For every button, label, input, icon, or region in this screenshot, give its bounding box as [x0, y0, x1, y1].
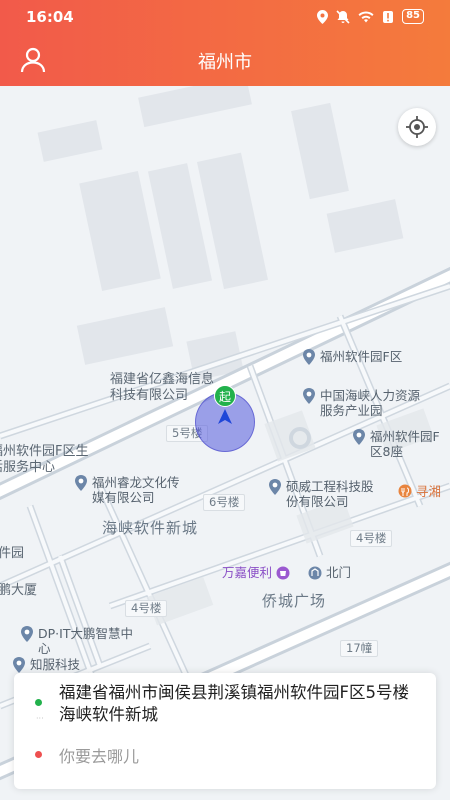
poi-dpit[interactable]: DP·IT大鹏智慧中心 — [20, 626, 140, 656]
status-icons: 85 — [317, 9, 424, 24]
poi-shuowei[interactable]: 硕威工程科技股份有限公司 — [268, 479, 378, 509]
app-header: 福州市 — [0, 34, 450, 86]
building-tag: 17幢 — [340, 640, 379, 657]
poi-software-park[interactable]: 福州软件园F区 — [302, 349, 402, 365]
alert-icon — [383, 10, 394, 23]
start-marker[interactable]: 起 — [214, 385, 236, 407]
status-time: 16:04 — [26, 8, 74, 26]
building-tag: 4号楼 — [125, 600, 168, 617]
location-icon — [317, 9, 329, 24]
locate-button[interactable] — [398, 108, 436, 146]
poi-xunxiang[interactable]: 寻湘 — [398, 484, 441, 500]
pin-icon — [303, 388, 315, 404]
destination-dot — [35, 751, 42, 758]
mute-icon — [336, 9, 350, 24]
pin-icon — [353, 429, 365, 445]
gate-icon — [308, 566, 322, 580]
poi-wanjia[interactable]: 万嘉便利 — [222, 565, 290, 581]
status-bar: 16:04 85 — [0, 0, 450, 34]
page-title: 福州市 — [198, 52, 252, 73]
map-label: 件园 — [0, 546, 25, 561]
pin-icon — [21, 626, 33, 642]
route-dots: ··· — [36, 714, 44, 723]
area-label: 海峡软件新城 — [102, 519, 199, 537]
poi-zhifu[interactable]: 知服科技 — [12, 657, 80, 673]
pin-icon — [303, 349, 315, 365]
building-tag: 4号楼 — [350, 530, 393, 547]
location-arrow-icon — [218, 409, 232, 424]
restaurant-icon — [398, 484, 412, 498]
poi-north-gate[interactable]: 北门 — [308, 565, 351, 581]
shopping-icon — [276, 566, 290, 580]
origin-dot — [35, 699, 42, 706]
map-label: 福建省亿鑫海信息科技有限公司 — [110, 372, 215, 403]
origin-address[interactable]: 福建省福州市闽侯县荆溪镇福州软件园F区5号楼海峡软件新城 — [59, 682, 419, 726]
route-panel: 福建省福州市闽侯县荆溪镇福州软件园F区5号楼海峡软件新城 ··· 你要去哪儿 — [14, 673, 436, 789]
wifi-icon — [358, 11, 374, 22]
pin-icon — [13, 657, 25, 673]
area-label: 侨城广场 — [262, 592, 327, 610]
poi-talent-park[interactable]: 中国海峡人力资源服务产业园 — [302, 388, 432, 418]
pin-icon — [269, 479, 281, 495]
destination-input[interactable]: 你要去哪儿 — [59, 743, 139, 767]
poi-building-8[interactable]: 福州软件园F区8座 — [352, 429, 448, 459]
map-label: 福州软件园F区生活服务中心 — [0, 444, 89, 475]
battery-indicator: 85 — [402, 9, 424, 24]
building-tag: 6号楼 — [203, 494, 246, 511]
poi-ruilong[interactable]: 福州睿龙文化传媒有限公司 — [74, 475, 184, 505]
pin-icon — [75, 475, 87, 491]
crosshair-icon — [406, 116, 428, 138]
map-label: 鹏大厦 — [0, 583, 38, 598]
